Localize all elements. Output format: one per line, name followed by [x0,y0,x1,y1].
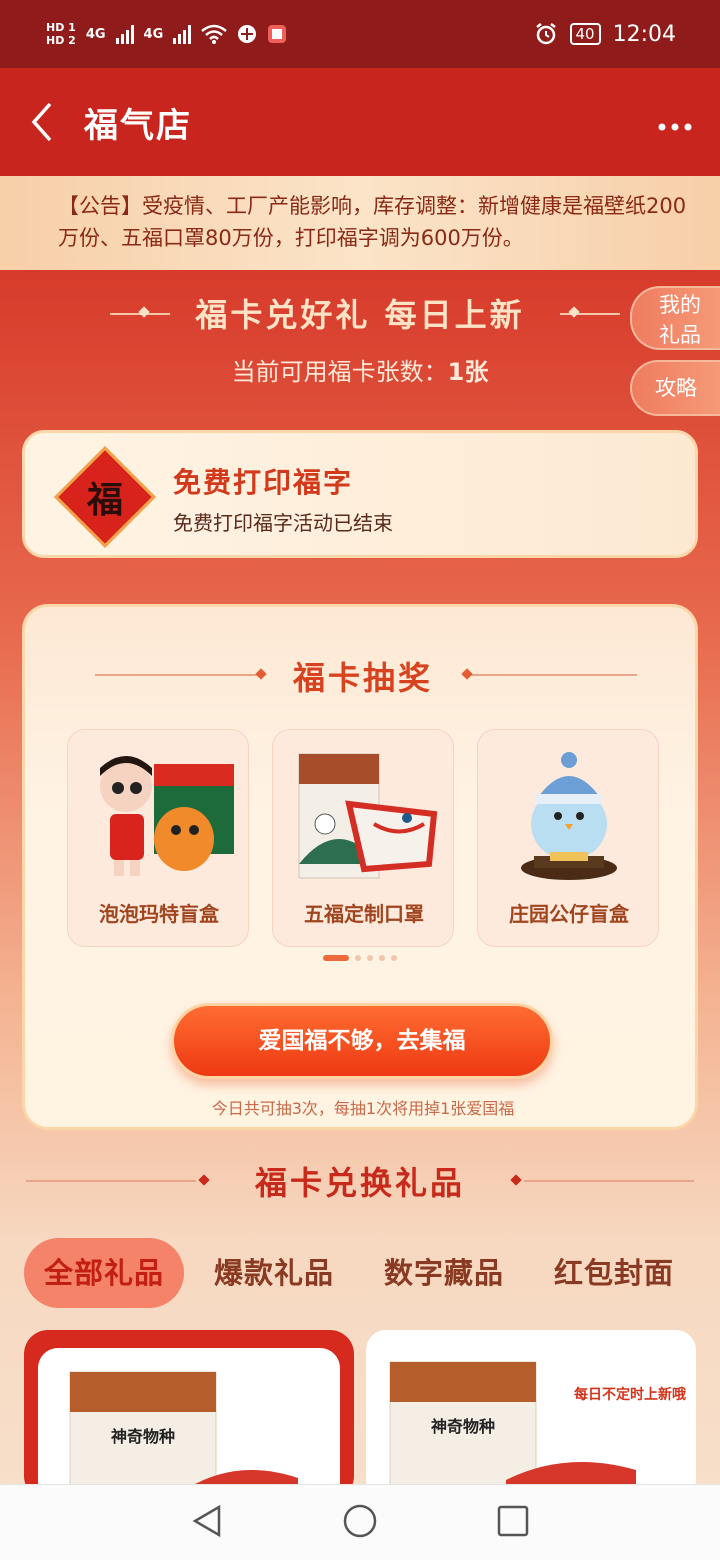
goods-product-name: 神奇物种 [111,1427,175,1446]
exchange-title: 福卡兑换礼品 [254,1164,465,1202]
print-fu-title: 免费打印福字 [173,466,354,499]
back-button[interactable] [0,68,84,176]
goods-card[interactable]: 神奇物种 [24,1330,354,1508]
my-gifts-button[interactable]: 我的礼品 [630,286,720,350]
net1-label: 4G [85,26,106,42]
status-right: 40 12:04 [534,21,676,47]
lottery-note: 今日共可抽3次，每抽1次将用掉1张爱国福 [211,1099,515,1118]
carousel-dot [367,955,373,961]
goods-product-name: 神奇物种 [431,1417,495,1436]
carousel-dot [379,955,385,961]
prize-card[interactable]: 五福定制口罩 [272,729,454,947]
clock: 12:04 [612,21,676,47]
system-home-button[interactable] [343,1504,377,1542]
goods-card[interactable]: 神奇物种 每日不定时上新哦 [366,1330,696,1500]
tab-all-gifts[interactable]: 全部礼品 [24,1238,185,1308]
mask-product-image: 神奇物种 [389,1361,636,1500]
signal-icon-2 [173,24,192,44]
my-gifts-label: 我的礼品 [659,293,701,347]
fu-icon: 福 [54,446,156,548]
hd2-label: HD 2 [46,34,76,47]
net2-label: 4G [143,26,164,42]
tab-digital-collectibles[interactable]: 数字藏品 [384,1238,504,1308]
hd1-label: HD 1 [46,21,76,34]
fu-char: 福 [86,479,123,521]
card-count-value: 1张 [447,358,489,386]
carousel-dot [355,955,361,961]
signal-icon [115,24,134,44]
guide-label: 攻略 [655,376,697,400]
prize-label: 五福定制口罩 [304,902,424,926]
more-options-button[interactable] [658,104,692,139]
prize-card[interactable]: 庄园公仔盲盒 [477,729,659,947]
tab-hot-gifts[interactable]: 爆款礼品 [214,1238,334,1308]
navigation-bar: 福气店 [0,68,720,176]
gift-tabs: 全部礼品 爆款礼品 数字藏品 红包封面 [24,1238,704,1308]
system-navigation-bar [0,1484,720,1560]
square-recents-icon [497,1505,529,1536]
page-title: 福气店 [84,105,192,146]
card-count: 当前可用福卡张数：1张 [0,352,720,387]
hero-title: 福卡兑好礼 每日上新 [195,296,525,334]
chick-figure-image [521,752,617,880]
prize-card[interactable]: 泡泡玛特盲盒 [67,729,249,947]
carousel-dot [391,955,397,961]
lottery-card: 福卡抽奖 泡泡玛特盲盒 五福定制口罩 庄园公仔盲盒 爱国福不够，去集福 今日共可… [22,604,698,1130]
status-left: HD 1 HD 2 4G 4G [46,21,287,47]
notice-banner: 【公告】受疫情、工厂产能影响，库存调整：新增健康是福壁纸200万份、五福口罩80… [0,176,720,270]
print-fu-card[interactable]: 福 免费打印福字 免费打印福字活动已结束 [22,430,698,558]
prize-label: 泡泡玛特盲盒 [99,902,219,926]
print-fu-subtitle: 免费打印福字活动已结束 [173,511,393,535]
popmart-blindbox-image [100,756,234,876]
app-notification-icon-2 [268,25,287,43]
system-recents-button[interactable] [497,1505,529,1541]
alarm-icon [535,23,556,45]
status-bar: HD 1 HD 2 4G 4G 40 12:04 [0,0,720,68]
goods-image-area: 神奇物种 每日不定时上新哦 [366,1330,696,1500]
system-back-button[interactable] [191,1504,223,1542]
collect-fu-button[interactable]: 爱国福不够，去集福 [171,1003,553,1079]
carousel-indicator [323,955,397,961]
app-notification-icon [238,25,257,43]
card-count-label: 当前可用福卡张数： [231,358,448,386]
triangle-back-icon [192,1504,221,1537]
battery-indicator: 40 [569,23,601,45]
carousel-dot-active [323,955,349,961]
hd-indicator: HD 1 HD 2 [46,21,76,47]
goods-new-tag: 每日不定时上新哦 [574,1387,686,1403]
wifi-icon [201,24,228,44]
tab-red-envelope-covers[interactable]: 红包封面 [554,1238,674,1308]
more-icon [658,123,692,131]
lottery-title: 福卡抽奖 [292,659,433,697]
fuwu-mask-image [298,753,438,879]
chevron-left-icon [31,102,52,142]
guide-button[interactable]: 攻略 [630,360,720,416]
circle-home-icon [343,1504,377,1537]
prize-label: 庄园公仔盲盒 [509,902,629,926]
